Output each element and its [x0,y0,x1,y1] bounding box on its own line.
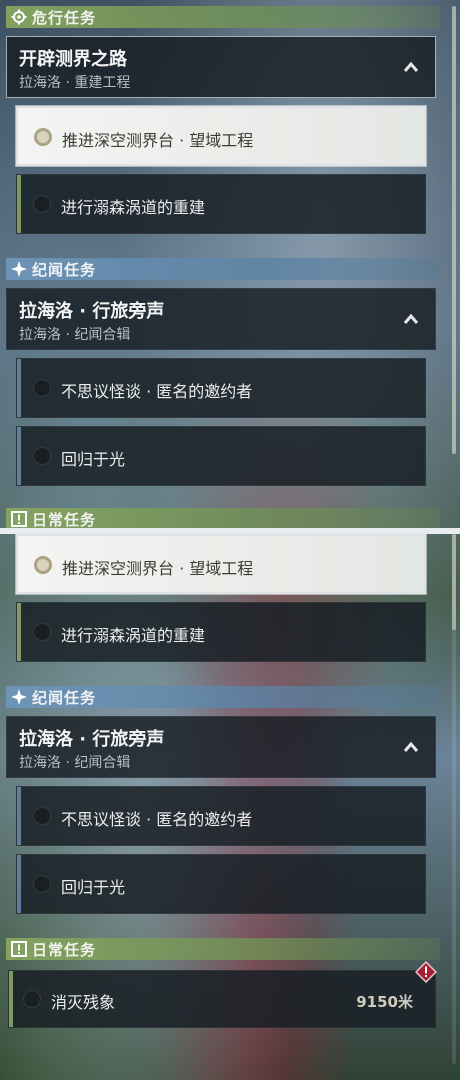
category-chronicle-header: 纪闻任务 [6,686,440,708]
quest-step-selected[interactable]: 推进深空测界台 · 望域工程 [16,106,426,166]
sparkle-icon [10,260,28,278]
warning-diamond-icon [415,961,437,983]
task-label: 消灭残象 [51,993,116,1012]
step-accent-bar [17,855,21,913]
step-label: 不思议怪谈 · 匿名的邀约者 [61,382,253,401]
quest-title: 拉海洛 · 行旅旁声 [19,729,165,750]
chevron-up-icon[interactable] [403,741,419,753]
task-distance: 9150米 [356,993,413,1011]
daily-task-row[interactable]: 消灭残象 9150米 [8,961,437,1028]
sparkle-icon [10,688,28,706]
quest-step[interactable]: 进行溺森涡道的重建 [16,602,426,662]
scrollbar-thumb[interactable] [452,6,456,454]
category-chronicle-header: 纪闻任务 [6,258,440,280]
step-radio-icon [33,195,51,213]
quest-step[interactable]: 不思议怪谈 · 匿名的邀约者 [16,358,426,418]
category-label: 危行任务 [32,8,97,27]
quest-list-panel-top: 危行任务 开辟测界之路 拉海洛 · 重建工程 推进深空测界台 · 望域工程 进行… [0,0,460,528]
step-radio-icon [33,807,51,825]
step-accent-bar [17,359,21,417]
gear-icon [10,8,28,26]
task-radio-icon [23,990,41,1008]
quest-step[interactable]: 进行溺森涡道的重建 [16,174,426,234]
category-label: 纪闻任务 [32,688,97,707]
quest-step[interactable]: 不思议怪谈 · 匿名的邀约者 [16,786,426,846]
category-daily-header-partial: 日常任务 [6,508,440,528]
quest-step-selected[interactable]: 推进深空测界台 · 望域工程 [16,534,426,594]
step-radio-icon [33,875,51,893]
step-accent-bar [17,787,21,845]
category-label: 日常任务 [32,940,97,959]
scrollbar[interactable] [452,6,456,454]
category-label: 纪闻任务 [32,260,97,279]
step-label: 进行溺森涡道的重建 [61,626,206,645]
scrollbar[interactable] [452,534,456,1064]
category-daily-header: 日常任务 [6,938,440,960]
category-label: 日常任务 [32,510,97,529]
step-accent-bar [17,427,21,485]
quest-list-panel-bottom: 推进深空测界台 · 望域工程 进行溺森涡道的重建 纪闻任务 拉海洛 · 行旅旁声… [0,534,460,1080]
chevron-up-icon[interactable] [403,313,419,325]
step-radio-icon [33,623,51,641]
chevron-up-icon[interactable] [403,61,419,73]
step-label: 进行溺森涡道的重建 [61,198,206,217]
quest-subtitle: 拉海洛 · 纪闻合辑 [19,327,131,343]
quest-step[interactable]: 回归于光 [16,854,426,914]
step-label: 推进深空测界台 · 望域工程 [62,559,254,578]
step-label: 不思议怪谈 · 匿名的邀约者 [61,810,253,829]
quest-title: 拉海洛 · 行旅旁声 [19,301,165,322]
step-accent-bar [9,971,13,1027]
quest-step[interactable]: 回归于光 [16,426,426,486]
category-dangerous-header: 危行任务 [6,6,440,28]
quest-title: 开辟测界之路 [19,49,127,70]
step-label: 回归于光 [61,878,126,897]
step-accent-bar [17,175,21,233]
step-label: 回归于光 [61,450,126,469]
step-radio-icon [33,379,51,397]
quest-subtitle: 拉海洛 · 纪闻合辑 [19,755,131,771]
step-accent-bar [17,603,21,661]
quest-header-expanded[interactable]: 开辟测界之路 拉海洛 · 重建工程 [6,36,436,98]
scrollbar-thumb[interactable] [452,534,456,630]
quest-header-expanded[interactable]: 拉海洛 · 行旅旁声 拉海洛 · 纪闻合辑 [6,716,436,778]
exclamation-icon [10,940,28,958]
step-radio-icon [34,128,52,146]
quest-header-expanded[interactable]: 拉海洛 · 行旅旁声 拉海洛 · 纪闻合辑 [6,288,436,350]
step-label: 推进深空测界台 · 望域工程 [62,131,254,150]
step-radio-icon [34,556,52,574]
exclamation-icon [10,510,28,528]
step-radio-icon [33,447,51,465]
quest-subtitle: 拉海洛 · 重建工程 [19,75,131,91]
